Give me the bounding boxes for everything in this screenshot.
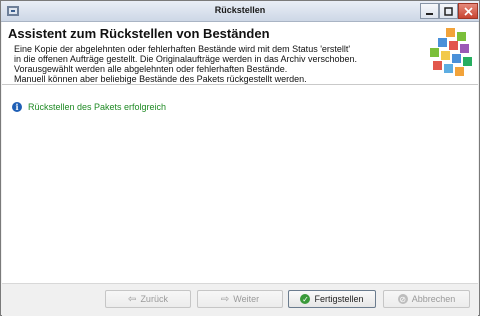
minimize-icon: [426, 12, 433, 15]
next-button-label: Weiter: [233, 294, 260, 304]
wizard-description: Eine Kopie der abgelehnten oder fehlerha…: [14, 44, 414, 84]
close-icon: [463, 6, 473, 16]
wizard-window: Rückstellen Assistent zum Rückstellen vo…: [0, 0, 480, 316]
window-title: Rückstellen: [214, 5, 266, 15]
cancel-icon: ⊘: [397, 294, 408, 304]
maximize-button[interactable]: [439, 3, 458, 19]
arrow-left-icon: ⇦: [128, 293, 137, 305]
wizard-content: i Rückstellen des Pakets erfolgreich: [2, 85, 478, 283]
back-button-label: Zurück: [140, 294, 168, 304]
info-icon: i: [12, 102, 22, 112]
finish-button-label: Fertigstellen: [314, 294, 364, 304]
cancel-button-label: Abbrechen: [411, 294, 456, 304]
cubes-logo-icon: [430, 28, 472, 76]
status-message-row: i Rückstellen des Pakets erfolgreich: [12, 102, 166, 112]
minimize-button[interactable]: [420, 3, 439, 19]
wizard-header: Assistent zum Rückstellen von Beständen …: [2, 22, 478, 85]
finish-button[interactable]: ✓ Fertigstellen: [288, 290, 376, 308]
description-line: Eine Kopie der abgelehnten oder fehlerha…: [14, 44, 351, 54]
maximize-icon: [444, 6, 453, 16]
close-button[interactable]: [458, 3, 478, 19]
next-button[interactable]: ⇨ Weiter: [197, 290, 283, 308]
description-line: Vorausgewählt werden alle abgelehnten od…: [14, 64, 288, 74]
button-bar: ⇦ Zurück ⇨ Weiter ✓ Fertigstellen ⊘ Abbr…: [2, 283, 478, 316]
check-icon: ✓: [300, 294, 311, 304]
arrow-right-icon: ⇨: [220, 293, 230, 305]
title-bar[interactable]: Rückstellen: [1, 1, 479, 22]
back-button[interactable]: ⇦ Zurück: [105, 290, 191, 308]
description-line: Manuell können aber beliebige Bestände d…: [14, 74, 307, 84]
status-message: Rückstellen des Pakets erfolgreich: [28, 102, 167, 112]
description-line: in die offenen Aufträge gestellt. Die Or…: [14, 54, 358, 64]
wizard-title: Assistent zum Rückstellen von Beständen: [8, 26, 270, 41]
cancel-button[interactable]: ⊘ Abbrechen: [383, 290, 470, 308]
